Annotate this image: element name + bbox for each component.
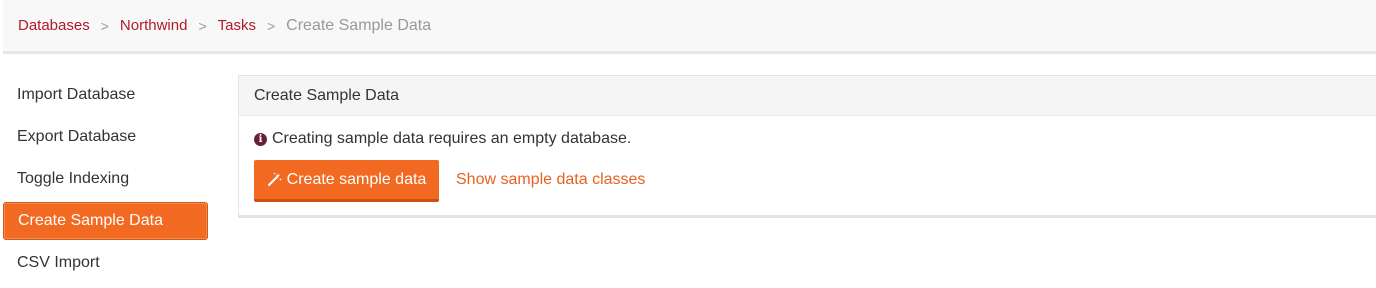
breadcrumb-tasks[interactable]: Tasks: [218, 17, 256, 34]
sidebar-item-toggle-indexing[interactable]: Toggle Indexing: [3, 160, 208, 198]
breadcrumb-separator: >: [266, 17, 276, 34]
create-sample-data-panel: Create Sample Data i Creating sample dat…: [238, 75, 1376, 218]
breadcrumb-separator: >: [100, 17, 109, 34]
info-circle-icon: i: [254, 132, 267, 146]
sidebar-item-import-database[interactable]: Import Database: [3, 76, 208, 114]
breadcrumb-northwind[interactable]: Northwind: [120, 17, 188, 34]
create-sample-data-button[interactable]: Create sample data: [254, 160, 439, 202]
panel-title: Create Sample Data: [239, 76, 1376, 116]
sidebar-item-csv-import[interactable]: CSV Import: [3, 244, 208, 282]
breadcrumb: Databases > Northwind > Tasks > Create S…: [3, 0, 1376, 54]
breadcrumb-separator: >: [198, 17, 207, 34]
magic-wand-icon: [267, 172, 282, 187]
create-sample-data-label: Create sample data: [286, 170, 427, 188]
sidebar-item-create-sample-data[interactable]: Create Sample Data: [3, 202, 208, 240]
show-sample-data-classes-link[interactable]: Show sample data classes: [456, 171, 645, 189]
breadcrumb-current: Create Sample Data: [286, 16, 432, 34]
info-message: i Creating sample data requires an empty…: [254, 130, 631, 148]
sidebar-item-export-database[interactable]: Export Database: [3, 118, 208, 156]
info-text: Creating sample data requires an empty d…: [272, 130, 632, 147]
breadcrumb-databases[interactable]: Databases: [18, 17, 90, 34]
